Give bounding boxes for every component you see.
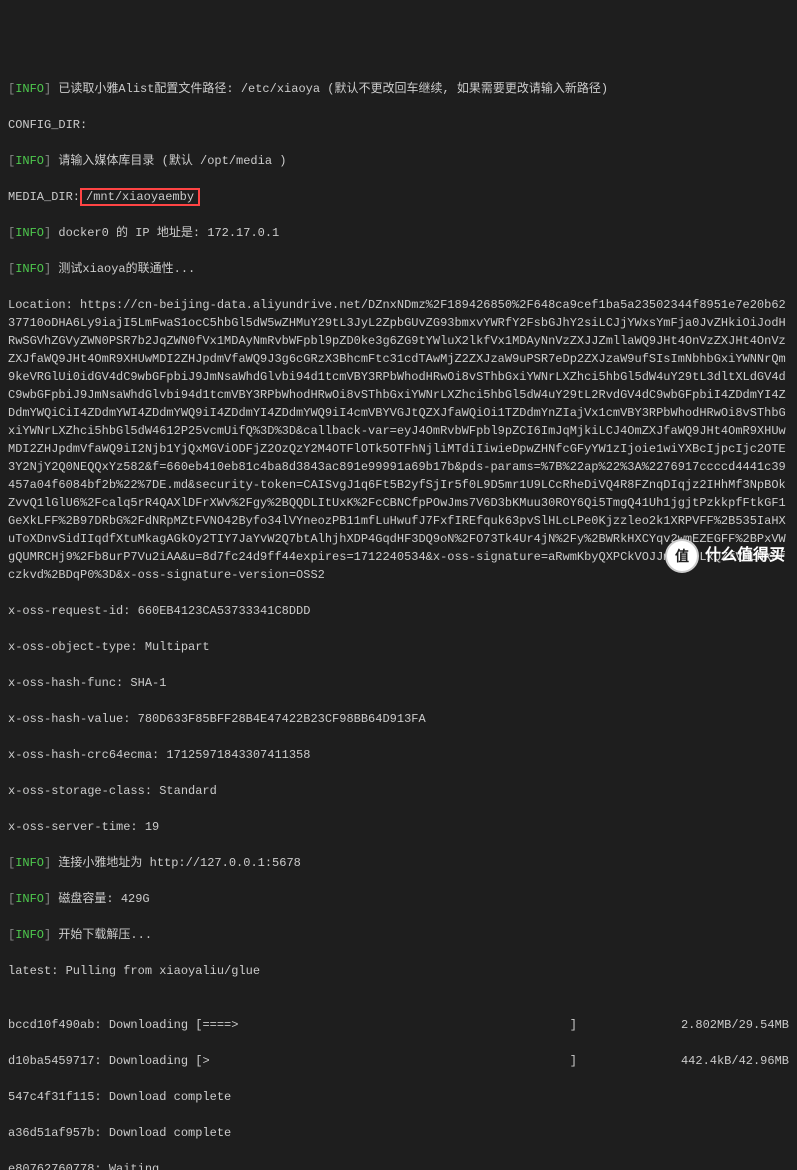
log-line: [INFO] 已读取小雅Alist配置文件路径: /etc/xiaoya (默认…: [8, 80, 789, 98]
log-line: [INFO] 磁盘容量: 429G: [8, 890, 789, 908]
layer-id: a36d51af957b: [8, 1126, 94, 1140]
oss-header: x-oss-storage-class: Standard: [8, 782, 789, 800]
docker-layer: d10ba5459717: Downloading [> ] 442.4kB/4…: [8, 1052, 789, 1070]
progress-bar: [> ]: [195, 1052, 577, 1070]
docker-layer: e80762760778: Waiting: [8, 1160, 789, 1170]
layer-id: 547c4f31f115: [8, 1090, 94, 1104]
layer-status: Download complete: [109, 1126, 231, 1140]
media-dir-label: MEDIA_DIR:: [8, 190, 80, 204]
config-dir-label: CONFIG_DIR:: [8, 116, 789, 134]
oss-header: x-oss-request-id: 660EB4123CA53733341C8D…: [8, 602, 789, 620]
log-tag-info: INFO: [15, 154, 44, 168]
watermark-badge-icon: 值: [665, 539, 699, 573]
log-tag-info: INFO: [15, 892, 44, 906]
log-tag-info: INFO: [15, 82, 44, 96]
log-line: [INFO] 开始下载解压...: [8, 926, 789, 944]
media-dir-line: MEDIA_DIR:/mnt/xiaoyaemby: [8, 188, 789, 206]
docker-pull-line: latest: Pulling from xiaoyaliu/glue: [8, 962, 789, 980]
log-line: [INFO] 请输入媒体库目录 (默认 /opt/media ): [8, 152, 789, 170]
docker-layer: bccd10f490ab: Downloading [====> ] 2.802…: [8, 1016, 789, 1034]
log-tag-info: INFO: [15, 262, 44, 276]
watermark: 值 什么值得买: [665, 539, 785, 573]
media-dir-input-highlight[interactable]: /mnt/xiaoyaemby: [80, 188, 200, 206]
layer-id: e80762760778: [8, 1162, 94, 1170]
oss-header: x-oss-server-time: 19: [8, 818, 789, 836]
log-line: [INFO] 测试xiaoya的联通性...: [8, 260, 789, 278]
docker-layer: a36d51af957b: Download complete: [8, 1124, 789, 1142]
log-tag-info: INFO: [15, 226, 44, 240]
layer-status: Downloading: [109, 1018, 188, 1032]
layer-id: bccd10f490ab: [8, 1018, 94, 1032]
layer-status: Downloading: [109, 1054, 188, 1068]
watermark-text: 什么值得买: [705, 544, 785, 568]
layer-status: Download complete: [109, 1090, 231, 1104]
log-line: [INFO] docker0 的 IP 地址是: 172.17.0.1: [8, 224, 789, 242]
log-line: [INFO] 连接小雅地址为 http://127.0.0.1:5678: [8, 854, 789, 872]
oss-header: x-oss-hash-value: 780D633F85BFF28B4E4742…: [8, 710, 789, 728]
layer-status: Waiting: [109, 1162, 159, 1170]
oss-header: x-oss-object-type: Multipart: [8, 638, 789, 656]
log-tag-info: INFO: [15, 856, 44, 870]
progress-bar: [====> ]: [195, 1016, 577, 1034]
oss-header: x-oss-hash-func: SHA-1: [8, 674, 789, 692]
docker-layer: 547c4f31f115: Download complete: [8, 1088, 789, 1106]
oss-header: x-oss-hash-crc64ecma: 171259718433074113…: [8, 746, 789, 764]
layer-id: d10ba5459717: [8, 1054, 94, 1068]
layer-size: 2.802MB/29.54MB: [681, 1018, 789, 1032]
layer-size: 442.4kB/42.96MB: [681, 1054, 789, 1068]
log-tag-info: INFO: [15, 928, 44, 942]
